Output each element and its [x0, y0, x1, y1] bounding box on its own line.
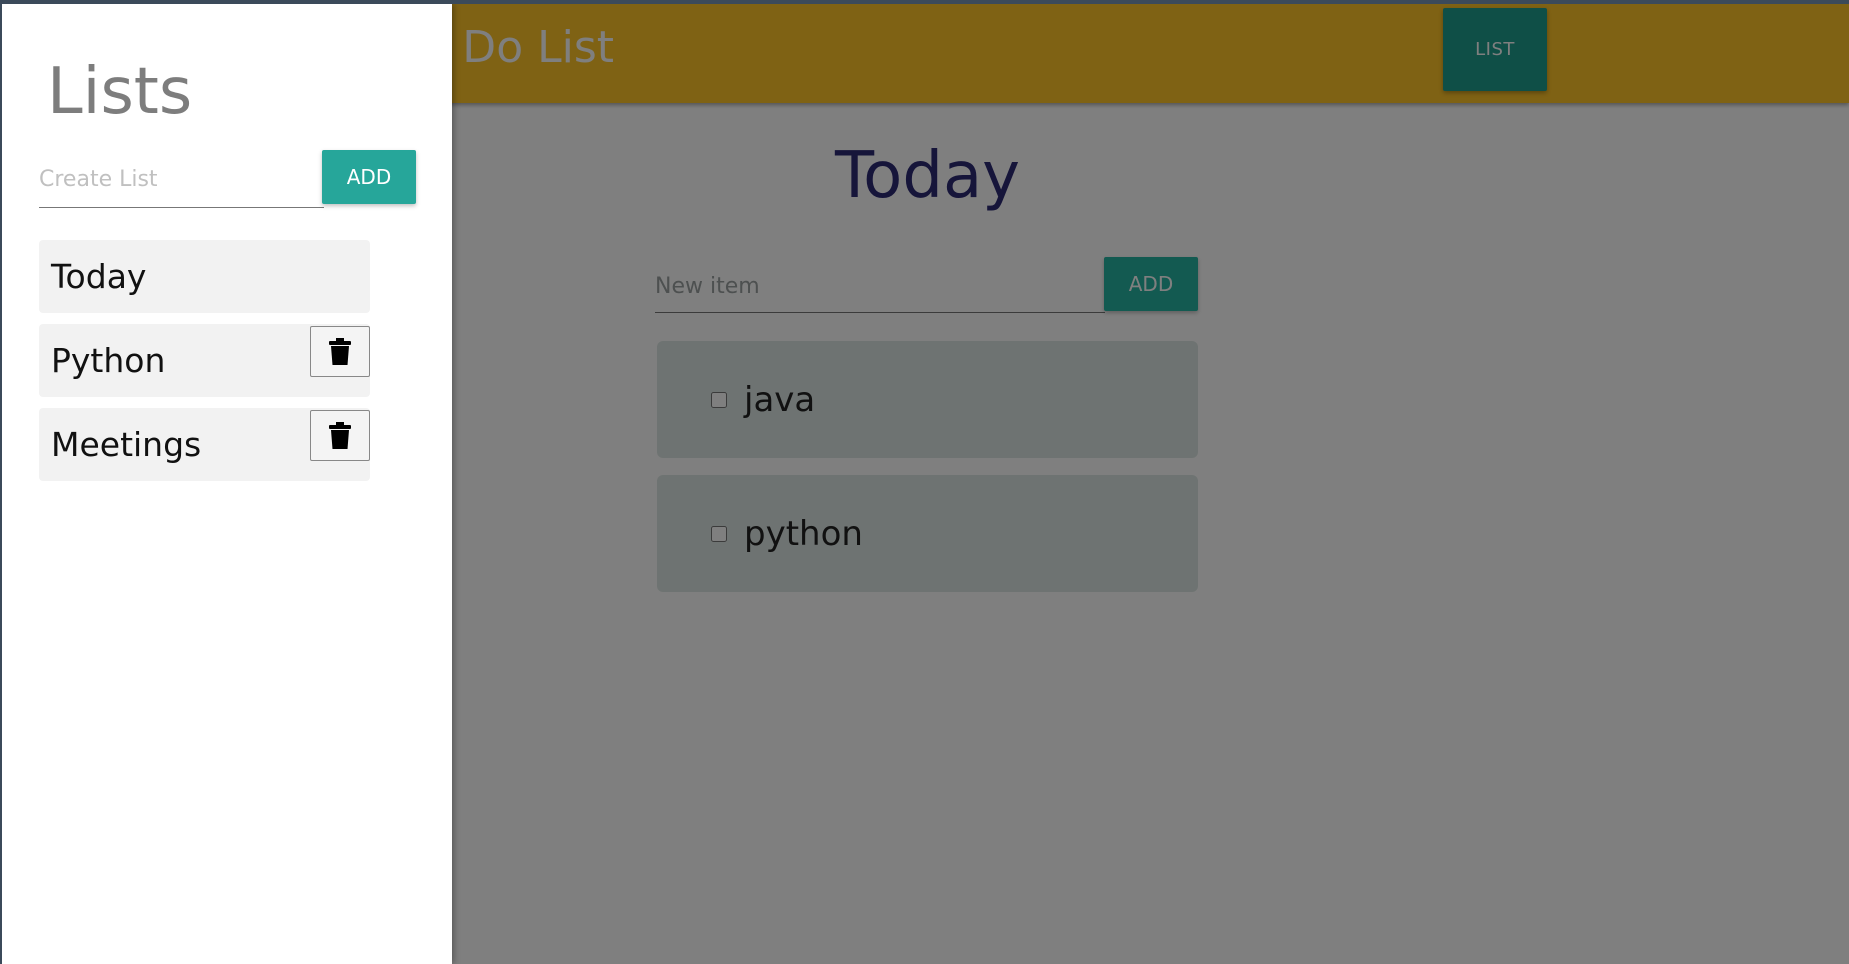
app-window: To Do List LIST Today ADD java python Li… — [2, 4, 1849, 964]
lists-drawer: Lists ADD Today Python Meetings — [2, 4, 452, 964]
delete-list-button[interactable] — [310, 410, 370, 461]
delete-list-button[interactable] — [310, 326, 370, 377]
list-item-label: Python — [51, 341, 166, 380]
add-list-button[interactable]: ADD — [322, 150, 416, 204]
list-item-meetings[interactable]: Meetings — [39, 408, 370, 481]
drawer-title: Lists — [47, 55, 193, 129]
list-item-python[interactable]: Python — [39, 324, 370, 397]
list-item-today[interactable]: Today — [39, 240, 370, 313]
create-list-input[interactable] — [39, 152, 324, 208]
list-item-label: Today — [51, 257, 147, 296]
list-item-label: Meetings — [51, 425, 202, 464]
trash-icon — [329, 337, 351, 365]
trash-icon — [329, 421, 351, 449]
